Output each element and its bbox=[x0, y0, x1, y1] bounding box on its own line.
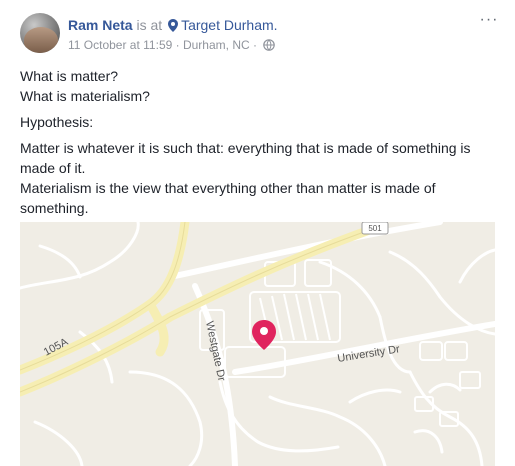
post-line: Matter is whatever it is such that: ever… bbox=[20, 140, 471, 176]
author-line: Ram Neta is at Target Durham. bbox=[68, 17, 278, 35]
timestamp-link[interactable]: 11 October at 11:59 bbox=[68, 38, 172, 52]
more-options-button[interactable]: ··· bbox=[478, 11, 500, 29]
globe-icon[interactable] bbox=[263, 39, 276, 54]
location-pin-icon bbox=[168, 19, 179, 35]
post-line: What is materialism? bbox=[20, 88, 150, 104]
post-line: Hypothesis: bbox=[20, 114, 94, 130]
location-map[interactable]: 501 105A Westgate Dr University Dr bbox=[20, 222, 495, 466]
avatar[interactable] bbox=[20, 13, 60, 53]
post-line: Materialism is the view that everything … bbox=[20, 180, 436, 216]
post-text: What is matter? What is materialism? Hyp… bbox=[20, 66, 502, 218]
route-shield-label: 501 bbox=[368, 224, 382, 233]
post-meta: 11 October at 11:59 · Durham, NC · bbox=[68, 38, 276, 54]
post-line: What is matter? bbox=[20, 68, 119, 84]
feed-post: Ram Neta is at Target Durham. 11 October… bbox=[0, 0, 515, 466]
route-shield: 501 bbox=[361, 222, 389, 235]
is-at-text: is at bbox=[136, 17, 163, 33]
place-link[interactable]: Target Durham. bbox=[181, 17, 277, 33]
location-text: · Durham, NC · bbox=[175, 38, 257, 52]
post-header: Ram Neta is at Target Durham. 11 October… bbox=[20, 11, 500, 57]
author-name-link[interactable]: Ram Neta bbox=[68, 17, 133, 33]
